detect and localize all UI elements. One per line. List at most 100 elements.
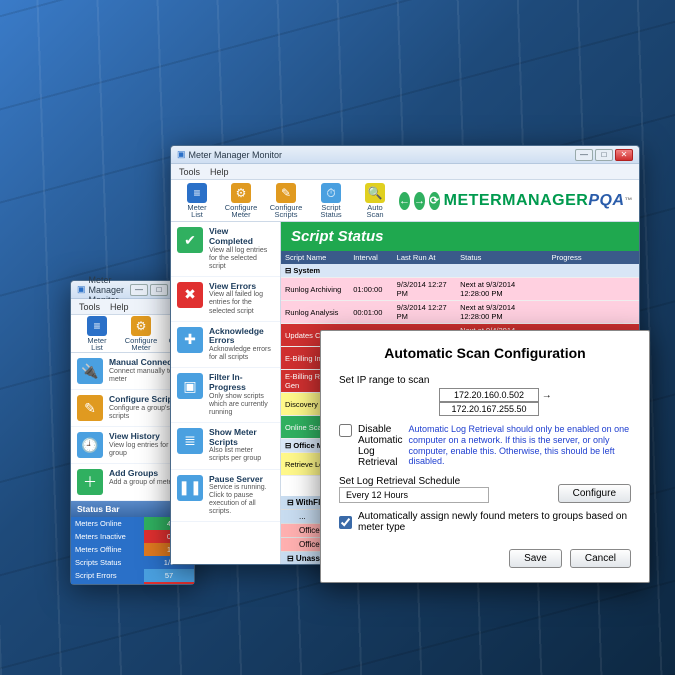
brand-manager: MANAGER xyxy=(502,192,588,210)
menu-tools[interactable]: Tools xyxy=(79,302,100,312)
toolbar-label: Configure Meter xyxy=(225,204,258,219)
sidebar-item[interactable]: ✚ Acknowledge Errors Acknowledge errors … xyxy=(171,322,280,369)
column-header[interactable]: Status xyxy=(456,251,547,264)
auto-scan-config-dialog: Automatic Scan Configuration Set IP rang… xyxy=(320,330,650,583)
status-label: Meters Inactive xyxy=(71,530,144,543)
toolbar-label: Meter List xyxy=(181,204,213,219)
close-button[interactable]: ✕ xyxy=(615,149,633,161)
toolbar-configure-meter[interactable]: ⚙ Configure Meter xyxy=(121,315,161,353)
status-label: Scripts Status xyxy=(71,556,144,569)
sidebar-item[interactable]: ▣ Filter In-Progress Only show scripts w… xyxy=(171,368,280,423)
column-header[interactable]: Script Name xyxy=(281,251,349,264)
script-icon: ✎ xyxy=(276,183,296,203)
sidebar-icon: ✚ xyxy=(177,327,203,353)
cell-lastrun: 9/3/2014 12:27 PM xyxy=(393,278,457,301)
sidebar-icon: ≣ xyxy=(177,428,203,454)
column-header[interactable]: Interval xyxy=(349,251,392,264)
sidebar-item-title: Add Groups xyxy=(109,469,178,479)
titlebar[interactable]: ▣ Meter Manager Monitor — □ ✕ xyxy=(171,146,639,164)
sidebar-icon: 🔌 xyxy=(77,358,103,384)
toolbar-auto-scan[interactable]: 🔍 Auto Scan xyxy=(355,181,395,221)
nav-back-button[interactable]: ← xyxy=(399,192,410,210)
toolbar-configure-meter[interactable]: ⚙ Configure Meter xyxy=(221,181,261,221)
app-icon: ▣ xyxy=(177,149,186,160)
table-row[interactable]: Runlog Analysis 00:01:00 9/3/2014 12:27 … xyxy=(281,301,639,324)
status-label: Searching IP xyxy=(71,582,144,584)
minimize-button[interactable]: — xyxy=(575,149,593,161)
ip-to-input[interactable] xyxy=(439,402,539,416)
sidebar-icon: ▣ xyxy=(177,373,203,399)
table-group-row[interactable]: ⊟ System xyxy=(281,264,639,278)
sidebar-item-title: Pause Server xyxy=(209,475,274,485)
cell-progress xyxy=(548,301,639,324)
cell-interval: 01:00:00 xyxy=(349,278,392,301)
gear-icon: ⚙ xyxy=(131,316,151,336)
maximize-button[interactable]: □ xyxy=(150,284,168,296)
sidebar-item-desc: Also list meter scripts per group xyxy=(209,447,274,463)
menu-tools[interactable]: Tools xyxy=(179,167,200,177)
cancel-button[interactable]: Cancel xyxy=(570,549,631,568)
toolbar-meter-list[interactable]: ≡ Meter List xyxy=(177,181,217,221)
disable-auto-log-label: Disable Automatic Log Retrieval xyxy=(358,424,402,468)
menu-help[interactable]: Help xyxy=(110,302,129,312)
sidebar-item[interactable]: ❚❚ Pause Server Service is running. Clic… xyxy=(171,470,280,523)
arrow-icon: → xyxy=(542,390,552,401)
search-icon: 🔍 xyxy=(365,183,385,203)
table-row[interactable]: Runlog Archiving 01:00:00 9/3/2014 12:27… xyxy=(281,278,639,301)
nav-forward-button[interactable]: → xyxy=(414,192,425,210)
toolbar-label: Configure Scripts xyxy=(269,204,303,219)
ip-range-field: Set IP range to scan → xyxy=(339,375,631,416)
sidebar-item[interactable]: ✖ View Errors View all failed log entrie… xyxy=(171,277,280,322)
clock-icon: ⏱ xyxy=(321,183,341,203)
disable-auto-log-checkbox[interactable] xyxy=(339,424,352,437)
toolbar-configure-scripts[interactable]: ✎ Configure Scripts xyxy=(265,181,307,221)
toolbar-label: Script Status xyxy=(315,204,347,219)
page-title: Script Status xyxy=(281,222,639,251)
schedule-value: Every 12 Hours xyxy=(339,487,489,503)
sidebar-item-title: View Completed xyxy=(209,227,274,247)
toolbar: ≡ Meter List ⚙ Configure Meter ✎ Configu… xyxy=(171,180,639,222)
auto-assign-checkbox[interactable] xyxy=(339,516,352,529)
minimize-button[interactable]: — xyxy=(130,284,148,296)
column-header[interactable]: Last Run At xyxy=(393,251,457,264)
sidebar-item-title: Show Meter Scripts xyxy=(209,428,274,448)
status-label: Meters Online xyxy=(71,517,144,530)
sidebar-item[interactable]: ≣ Show Meter Scripts Also list meter scr… xyxy=(171,423,280,470)
disable-note: Automatic Log Retrieval should only be e… xyxy=(408,424,631,467)
sidebar-icon: ✖ xyxy=(177,282,203,308)
window-title: Meter Manager Monitor xyxy=(189,150,283,160)
sidebar-item-title: Filter In-Progress xyxy=(209,373,274,393)
sidebar-item-desc: View all log entries for the selected sc… xyxy=(209,247,274,271)
column-header[interactable]: Progress xyxy=(548,251,639,264)
menu-help[interactable]: Help xyxy=(210,167,229,177)
gear-icon: ⚙ xyxy=(231,183,251,203)
cell-interval: 00:01:00 xyxy=(349,301,392,324)
sidebar-item-title: Acknowledge Errors xyxy=(209,327,274,347)
toolbar-label: Meter List xyxy=(81,337,113,352)
sidebar-icon: ✎ xyxy=(77,395,103,421)
sidebar-item-desc: Only show scripts which are currently ru… xyxy=(209,393,274,417)
toolbar-script-status[interactable]: ⏱ Script Status xyxy=(311,181,351,221)
sidebar-item[interactable]: ✔ View Completed View all log entries fo… xyxy=(171,222,280,277)
sidebar-item-title: View Errors xyxy=(209,282,274,292)
sidebar-item-desc: View all failed log entries for the sele… xyxy=(209,291,274,315)
maximize-button[interactable]: □ xyxy=(595,149,613,161)
brand-logo: METERMANAGERPQA™ xyxy=(444,192,633,210)
status-value: 172.20.161.68:0 xyxy=(144,582,194,584)
sidebar-icon: ❚❚ xyxy=(177,475,203,501)
status-label: Script Errors xyxy=(71,569,144,582)
sidebar-item-desc: Add a group of meters xyxy=(109,479,178,487)
save-button[interactable]: Save xyxy=(509,549,562,568)
cell-status: Next at 9/3/2014 12:28:00 PM xyxy=(456,278,547,301)
ip-range-label: Set IP range to scan xyxy=(339,375,631,386)
status-row: Searching IP 172.20.161.68:0 xyxy=(71,582,194,584)
toolbar-meter-list[interactable]: ≡ Meter List xyxy=(77,315,117,353)
toolbar-label: Configure Meter xyxy=(125,337,158,352)
nav-refresh-button[interactable]: ⟳ xyxy=(429,192,440,210)
ip-from-input[interactable] xyxy=(439,388,539,402)
status-label: Meters Offline xyxy=(71,543,144,556)
schedule-label: Set Log Retrieval Schedule xyxy=(339,476,489,487)
cell-lastrun: 9/3/2014 12:27 PM xyxy=(393,301,457,324)
configure-button[interactable]: Configure xyxy=(558,484,631,503)
list-icon: ≡ xyxy=(187,183,207,203)
